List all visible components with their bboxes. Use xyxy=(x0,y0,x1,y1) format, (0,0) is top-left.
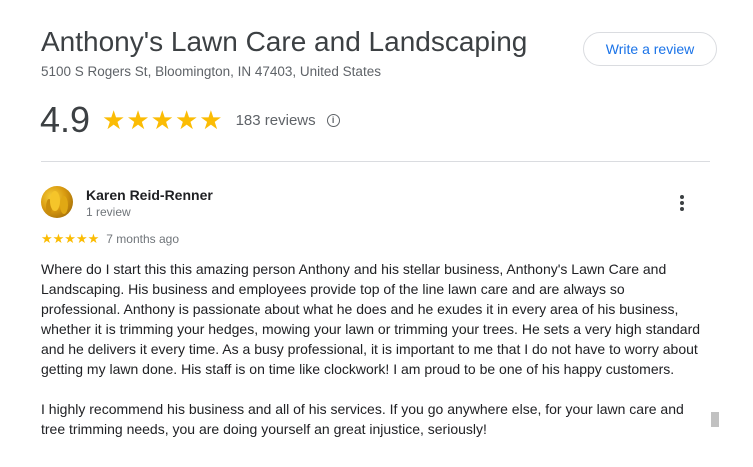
review-paragraph: I highly recommend his business and all … xyxy=(41,401,684,437)
more-vert-icon[interactable] xyxy=(674,193,690,213)
more-dot xyxy=(680,195,684,199)
review-count[interactable]: 183 reviews xyxy=(236,112,316,129)
reviewer-review-count: 1 review xyxy=(86,205,131,219)
review-text: Where do I start this this amazing perso… xyxy=(41,259,703,459)
rating-stars: ★★★★★ xyxy=(102,104,224,135)
rating-summary: 4.9 ★★★★★ 183 reviews i xyxy=(40,98,340,142)
review-paragraph: Where do I start this this amazing perso… xyxy=(41,261,701,377)
more-dot xyxy=(680,207,684,211)
section-divider xyxy=(41,161,710,162)
info-icon[interactable]: i xyxy=(326,113,340,127)
avatar[interactable] xyxy=(41,186,73,218)
business-address: 5100 S Rogers St, Bloomington, IN 47403,… xyxy=(41,64,381,79)
scrollbar-thumb[interactable] xyxy=(711,412,719,427)
reviewer-name[interactable]: Karen Reid-Renner xyxy=(86,187,213,203)
review-date: 7 months ago xyxy=(106,232,179,246)
average-rating: 4.9 xyxy=(40,99,91,140)
more-dot xyxy=(680,201,684,205)
review-rating-row: ★★★★★ 7 months ago xyxy=(41,231,179,247)
business-title: Anthony's Lawn Care and Landscaping xyxy=(41,26,528,57)
write-review-button[interactable]: Write a review xyxy=(583,32,717,66)
review-stars: ★★★★★ xyxy=(41,231,100,246)
